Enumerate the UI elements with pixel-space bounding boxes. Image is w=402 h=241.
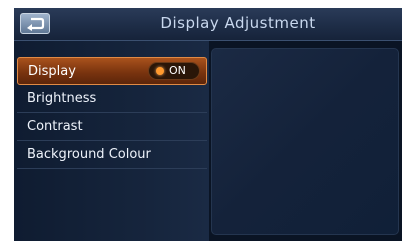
display-toggle[interactable]: ON xyxy=(148,62,200,80)
menu-item-label: Display xyxy=(28,64,76,79)
menu-item-contrast[interactable]: Contrast xyxy=(17,113,207,141)
page-title: Display Adjustment xyxy=(160,14,316,32)
display-adjustment-screen: Display Adjustment Display ON Brightness… xyxy=(14,8,402,241)
title-bar: Display Adjustment xyxy=(14,8,402,41)
toggle-state: ON xyxy=(169,64,186,77)
settings-menu: Display ON Brightness Contrast Backgroun… xyxy=(17,57,207,169)
dot-icon xyxy=(156,67,164,75)
menu-item-label: Brightness xyxy=(27,91,97,106)
preview-area xyxy=(211,48,399,235)
menu-item-display[interactable]: Display ON xyxy=(17,57,207,85)
menu-item-label: Background Colour xyxy=(27,147,151,162)
menu-item-brightness[interactable]: Brightness xyxy=(17,85,207,113)
menu-item-label: Contrast xyxy=(27,119,83,134)
back-button[interactable] xyxy=(20,13,50,34)
back-arrow-icon xyxy=(27,17,45,31)
menu-item-background-colour[interactable]: Background Colour xyxy=(17,141,207,169)
